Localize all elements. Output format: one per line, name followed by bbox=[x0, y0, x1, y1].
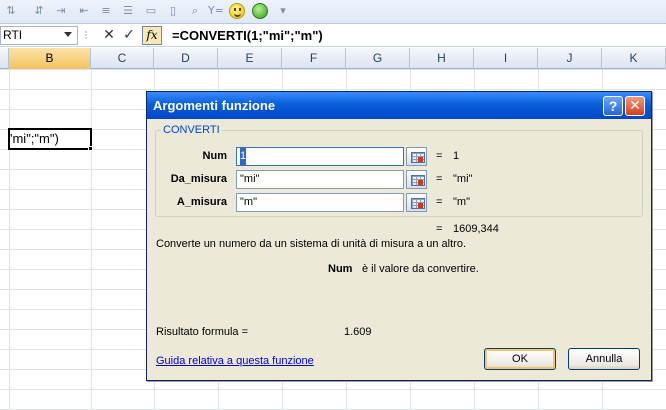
column-header-d[interactable]: D bbox=[154, 48, 218, 69]
grid-line bbox=[91, 69, 92, 410]
arg-result-da-misura: "mi" bbox=[453, 173, 473, 185]
cancel-formula-icon[interactable]: ✕ bbox=[101, 26, 117, 44]
help-button[interactable]: ? bbox=[603, 96, 623, 116]
smiley-icon[interactable] bbox=[229, 3, 245, 19]
dialog-title: Argomenti funzione bbox=[153, 98, 276, 113]
ungroup-icon[interactable]: ☰ bbox=[120, 4, 136, 18]
column-header-partial[interactable] bbox=[0, 48, 9, 69]
arg-input-a-misura[interactable]: "m" bbox=[236, 193, 404, 212]
arg-label-a-misura: A_misura bbox=[176, 196, 227, 208]
column-header-k[interactable]: K bbox=[602, 48, 666, 69]
arg-result-num: 1 bbox=[453, 150, 460, 162]
function-arguments-dialog: Argomenti funzione ? ✕ CONVERTI Num 1 = … bbox=[146, 91, 652, 381]
confirm-formula-icon[interactable]: ✓ bbox=[121, 26, 137, 44]
formula-result-value: 1.609 bbox=[344, 326, 372, 338]
active-cell-text: 'mi";"m") bbox=[10, 131, 59, 146]
new-icon[interactable]: ▯ bbox=[165, 4, 181, 18]
column-header-f[interactable]: F bbox=[282, 48, 346, 69]
insert-function-button[interactable]: fx bbox=[142, 26, 162, 45]
arg-input-num-value: 1 bbox=[240, 148, 247, 165]
column-header-b[interactable]: B bbox=[9, 48, 91, 69]
arg-result-a-misura: "m" bbox=[453, 196, 470, 208]
function-result: 1609,344 bbox=[453, 223, 499, 235]
arg-equals: = bbox=[436, 173, 443, 185]
column-header-e[interactable]: E bbox=[218, 48, 282, 69]
indent-icon[interactable]: ⇥ bbox=[53, 4, 69, 18]
argument-help-text: è il valore da convertire. bbox=[362, 263, 479, 275]
outdent-icon[interactable]: ⇤ bbox=[76, 4, 92, 18]
sort-desc-icon[interactable]: ⇵ bbox=[31, 4, 47, 18]
dialog-title-bar[interactable]: Argomenti funzione ? ✕ bbox=[147, 92, 651, 119]
column-header-j[interactable]: J bbox=[538, 48, 602, 69]
arg-equals: = bbox=[436, 196, 443, 208]
column-header-c[interactable]: C bbox=[91, 48, 154, 69]
function-name-legend: CONVERTI bbox=[161, 124, 222, 137]
grid-line bbox=[9, 69, 10, 410]
collapse-dialog-icon[interactable] bbox=[406, 170, 427, 189]
column-headers: B C D E F G H I J K bbox=[0, 48, 666, 69]
print-preview-icon[interactable]: ⌕ bbox=[187, 4, 203, 18]
column-header-h[interactable]: H bbox=[410, 48, 474, 69]
sort-asc-icon[interactable]: ⇅ bbox=[3, 4, 19, 18]
chevron-down-icon[interactable] bbox=[64, 32, 72, 37]
column-header-g[interactable]: G bbox=[346, 48, 410, 69]
open-icon[interactable]: ▭ bbox=[143, 4, 159, 18]
fill-handle[interactable] bbox=[88, 146, 93, 151]
help-link[interactable]: Guida relativa a questa funzione bbox=[156, 354, 314, 368]
formula-result-label: Risultato formula = bbox=[156, 326, 249, 338]
formula-icon[interactable]: Y= bbox=[208, 4, 224, 18]
cancel-button[interactable]: Annulla bbox=[568, 348, 640, 370]
arg-input-num[interactable]: 1 bbox=[236, 147, 404, 166]
arg-input-da-misura[interactable]: "mi" bbox=[236, 170, 404, 189]
separator-icon: ⁝ bbox=[84, 28, 88, 42]
ok-button[interactable]: OK bbox=[484, 348, 556, 370]
formula-bar: RTI ⁝ ✕ ✓ fx =CONVERTI(1;"mi";"m") bbox=[0, 24, 666, 47]
arg-label-da-misura: Da_misura bbox=[170, 173, 227, 185]
collapse-dialog-icon[interactable] bbox=[406, 147, 427, 166]
group-icon[interactable]: ≡ bbox=[98, 4, 114, 18]
argument-help-name: Num bbox=[328, 263, 353, 275]
dropdown-arrow-icon[interactable]: ▾ bbox=[275, 4, 291, 18]
arg-equals: = bbox=[436, 150, 443, 162]
arg-label-num: Num bbox=[202, 150, 227, 162]
function-description: Converte un numero da un sistema di unit… bbox=[156, 238, 466, 250]
excel-window: ⇅ ⇵ ⇥ ⇤ ≡ ☰ ▭ ▯ ⌕ Y= ▾ RTI ⁝ ✕ ✓ fx =CON… bbox=[0, 0, 666, 410]
formula-input[interactable]: =CONVERTI(1;"mi";"m") bbox=[172, 27, 323, 44]
green-circle-icon[interactable] bbox=[252, 3, 268, 19]
toolbar: ⇅ ⇵ ⇥ ⇤ ≡ ☰ ▭ ▯ ⌕ Y= ▾ bbox=[0, 0, 666, 24]
function-result-equals: = bbox=[436, 223, 443, 235]
close-button[interactable]: ✕ bbox=[625, 96, 645, 116]
collapse-dialog-icon[interactable] bbox=[406, 193, 427, 212]
column-header-i[interactable]: I bbox=[474, 48, 538, 69]
